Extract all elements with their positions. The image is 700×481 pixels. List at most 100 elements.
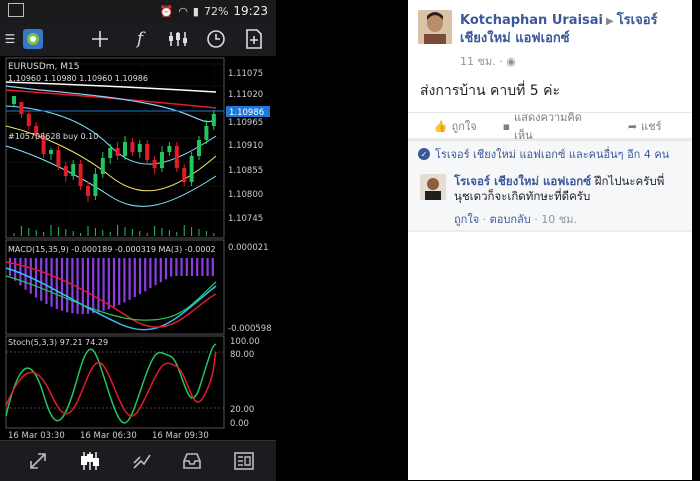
time-label: 16 Mar 06:30 xyxy=(80,431,137,440)
comment-time: 10 ชม. xyxy=(541,213,577,226)
candle-body xyxy=(152,160,157,168)
news-icon[interactable] xyxy=(224,441,264,481)
function-icon[interactable]: f xyxy=(122,22,158,56)
macd-max-label: 0.000021 xyxy=(228,243,269,253)
facebook-panel: Kotchaphan Uraisai ▶ โรเจอร์ เชียงใหม่ แอฟ… xyxy=(408,0,692,480)
stoch-level-label: 0.00 xyxy=(230,419,249,429)
candle-body xyxy=(137,144,142,152)
chart-line-icon[interactable] xyxy=(122,441,162,481)
inbox-icon[interactable] xyxy=(172,441,212,481)
candle-body xyxy=(19,102,24,114)
gallery-icon xyxy=(8,3,24,17)
share-label: แชร์ xyxy=(641,120,662,133)
chart-area[interactable]: EURUSDm, M15 1.10960 1.10980 1.10960 1.1… xyxy=(0,56,276,440)
candle-body xyxy=(63,166,68,176)
candle-body xyxy=(49,150,53,154)
comment-body: โรเจอร์ เชียงใหม่ แอฟเอกซ์ ฝึกไปนะครับพี… xyxy=(454,174,682,204)
candle-body xyxy=(182,168,187,182)
commenter-avatar[interactable] xyxy=(420,174,446,200)
comment-button[interactable]: ▪ แสดงความคิดเห็น xyxy=(502,111,598,142)
candle-body xyxy=(204,126,209,140)
arrow-right-icon: ▶ xyxy=(606,16,614,27)
candle-body xyxy=(167,146,172,152)
candle-body xyxy=(115,148,120,156)
facebook-post: Kotchaphan Uraisai ▶ โรเจอร์ เชียงใหม่ แอฟ… xyxy=(408,0,692,142)
price-label: 1.11020 xyxy=(228,90,263,100)
candle-body xyxy=(26,114,31,126)
price-label: 1.10910 xyxy=(228,141,263,151)
candle-body xyxy=(78,164,83,186)
candle-body xyxy=(130,142,135,152)
candle-body xyxy=(108,148,113,158)
add-object-icon[interactable] xyxy=(236,22,272,56)
candle-body xyxy=(93,174,98,196)
candle-body xyxy=(86,186,90,196)
bottom-bar xyxy=(0,440,276,481)
comment-like-link[interactable]: ถูกใจ xyxy=(454,213,479,226)
clock-time: 19:23 xyxy=(233,4,268,18)
wifi-icon: ◠ xyxy=(178,4,188,18)
comment-actions: ถูกใจ · ตอบกลับ · 10 ชม. xyxy=(454,213,577,226)
time-label: 16 Mar 03:30 xyxy=(8,431,65,440)
post-content: ส่งการบ้าน คาบที่ 5 ค่ะ xyxy=(420,83,561,99)
stoch-level-label: 20.00 xyxy=(230,405,254,415)
price-label: 1.10965 xyxy=(228,118,263,128)
battery-level: 72% xyxy=(203,4,229,18)
price-label: 1.10745 xyxy=(228,214,263,224)
candle-body xyxy=(211,114,216,126)
macd-label: MACD(15,35,9) -0.000189 -0.000319 MA(3) … xyxy=(8,245,216,254)
current-price-label: 1.10986 xyxy=(229,108,264,118)
stoch-level-label: 80.00 xyxy=(230,350,254,360)
candle-body xyxy=(71,164,76,176)
candle-body xyxy=(189,156,194,182)
post-time[interactable]: 11 ชม. xyxy=(460,55,496,68)
like-badge-icon: ✓ xyxy=(418,148,430,160)
alarm-icon: ⏰ xyxy=(159,4,174,18)
author-avatar[interactable] xyxy=(418,10,452,44)
indicators-icon[interactable] xyxy=(160,22,196,56)
status-bar: ⏰ ◠ ▮ 72% 19:23 xyxy=(0,0,276,22)
metaquotes-logo-icon[interactable] xyxy=(18,22,48,56)
candle-body xyxy=(123,142,127,156)
signal-icon: ▮ xyxy=(192,4,199,18)
likes-text: โรเจอร์ เชียงใหม่ แอฟเอกซ์ และคนอื่นๆ อี… xyxy=(435,148,670,161)
thumbs-up-icon: 👍 xyxy=(433,119,448,133)
like-button[interactable]: 👍 ถูกใจ xyxy=(408,113,503,139)
post-actions: 👍 ถูกใจ ▪ แสดงความคิดเห็น ➦ แชร์ xyxy=(408,111,692,142)
candle-body xyxy=(145,144,150,160)
macd-min-label: -0.000598 xyxy=(228,324,272,334)
price-label: 1.10855 xyxy=(228,166,263,176)
clock-icon[interactable] xyxy=(198,22,234,56)
comment: โรเจอร์ เชียงใหม่ แอฟเอกซ์ ฝึกไปนะครับพี… xyxy=(408,166,692,230)
commenter-name[interactable]: โรเจอร์ เชียงใหม่ แอฟเอกซ์ xyxy=(454,174,591,188)
share-icon: ➦ xyxy=(627,119,638,133)
likes-summary[interactable]: ✓ โรเจอร์ เชียงใหม่ แอฟเอกซ์ และคนอื่นๆ … xyxy=(408,140,692,168)
candle-body xyxy=(12,96,16,104)
empty-area xyxy=(408,232,692,480)
globe-icon: · ◉ xyxy=(499,55,516,68)
candles-icon[interactable] xyxy=(70,441,110,481)
price-label: 1.11075 xyxy=(228,69,263,79)
comment-icon: ▪ xyxy=(502,119,511,133)
post-author-line: Kotchaphan Uraisai ▶ โรเจอร์ เชียงใหม่ แอฟ… xyxy=(460,12,684,47)
trade-icon[interactable] xyxy=(18,441,58,481)
stoch-label: Stoch(5,3,3) 97.21 74.29 xyxy=(8,338,108,347)
phone-screen: ⏰ ◠ ▮ 72% 19:23 ☰ f EURUSDm, M15 1.10960… xyxy=(0,0,276,481)
candle-body xyxy=(160,152,164,168)
candle-body xyxy=(100,158,105,174)
comment-label: แสดงความคิดเห็น xyxy=(514,111,582,142)
candle-body xyxy=(174,146,179,168)
order-label: #105708628 buy 0.10 xyxy=(8,132,98,141)
candle-body xyxy=(56,150,61,166)
like-label: ถูกใจ xyxy=(451,120,477,133)
chart-toolbar: ☰ f xyxy=(0,22,276,57)
crosshair-icon[interactable] xyxy=(82,22,118,56)
comment-reply-link[interactable]: ตอบกลับ xyxy=(490,213,531,226)
time-label: 16 Mar 09:30 xyxy=(152,431,209,440)
post-meta: 11 ชม. · ◉ xyxy=(460,52,516,70)
menu-icon[interactable]: ☰ xyxy=(2,22,18,56)
candle-body xyxy=(197,140,201,156)
price-label: 1.10800 xyxy=(228,190,263,200)
author-name[interactable]: Kotchaphan Uraisai xyxy=(460,13,603,28)
share-button[interactable]: ➦ แชร์ xyxy=(597,113,692,139)
